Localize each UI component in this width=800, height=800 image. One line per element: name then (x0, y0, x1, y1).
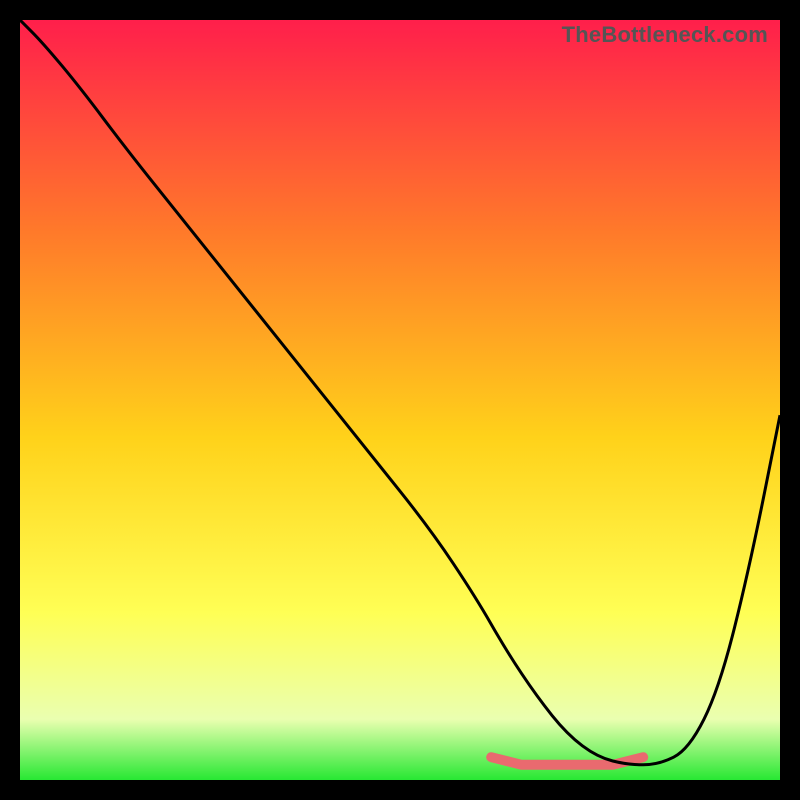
gradient-background (20, 20, 780, 780)
chart-frame: TheBottleneck.com (20, 20, 780, 780)
watermark-text: TheBottleneck.com (562, 22, 768, 48)
bottleneck-chart (20, 20, 780, 780)
